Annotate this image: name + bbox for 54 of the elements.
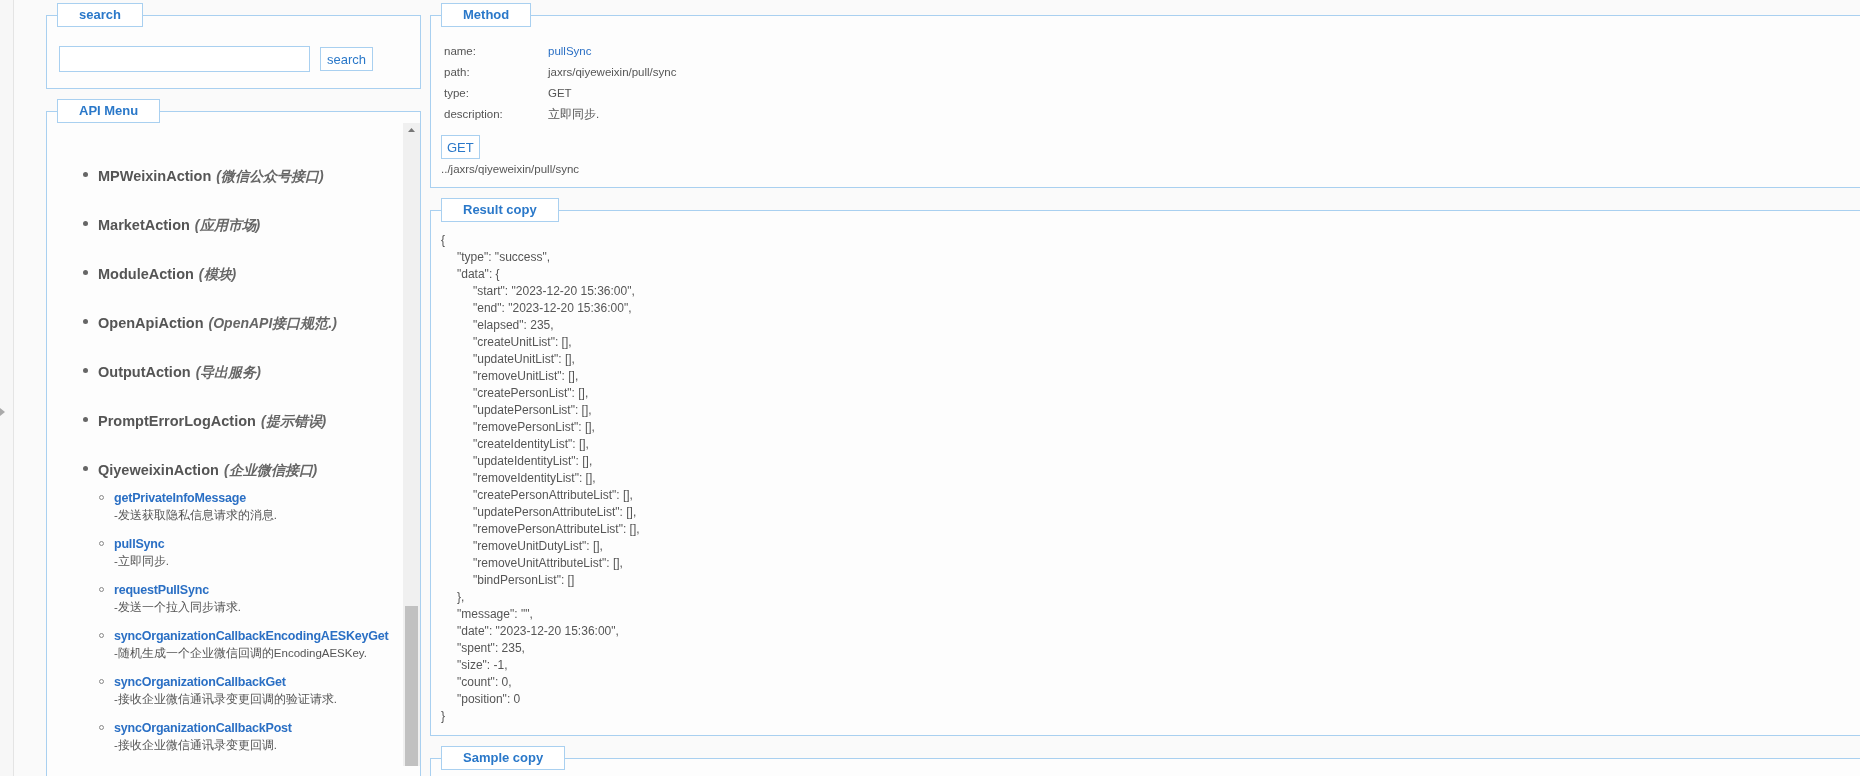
bullet-icon xyxy=(83,270,88,275)
field-label: name: xyxy=(444,44,477,59)
method-link[interactable]: syncOrganizationCallbackPost xyxy=(114,719,292,737)
bullet-icon xyxy=(83,221,88,226)
field-value: jaxrs/qiyeweixin/pull/sync xyxy=(548,65,678,80)
panel-title: Sample copy xyxy=(441,746,566,770)
bullet-icon xyxy=(83,319,88,324)
action-description: (应用市场) xyxy=(194,217,261,235)
action-description: (提示错误) xyxy=(260,413,327,431)
panel-title: Result copy xyxy=(441,198,559,222)
method-description: -随机生成一个企业微信回调的EncodingAESKey. xyxy=(114,646,368,661)
scrollbar[interactable] xyxy=(403,123,420,766)
action-description: (OpenAPI接口规范.) xyxy=(208,315,337,333)
field-label: description: xyxy=(444,107,504,122)
method-description: -接收企业微信通讯录变更回调的验证请求. xyxy=(114,692,338,707)
result-json: { "type": "success", "data": { "start": "2023-12-20 15:36:00", "end": "2023-12-20 15:36:00", "elapsed": 235, "createUnitList": [], "updateUnitList": [], "removeUnitList": [], "createPersonList": [], "updatePersonList": [], "removePersonList": [], "createIdentityList": [], "updateIdentityList": [], "removeIdentityList": [], "createPersonAttributeList": [], "updatePersonAttributeList": [], "removePersonAttributeList": [], "removeUnitDutyList": [], "removeUnitAttributeList": [], "bindPersonList": [] }, "message": "", "date": "2023-12-20 15:36:00", "spent": 235, "size": -1, "count": 0, "position": 0 } xyxy=(441,232,641,725)
action-description: (模块) xyxy=(198,266,237,284)
action-name[interactable]: QiyeweixinAction xyxy=(98,462,219,478)
search-field[interactable] xyxy=(59,46,310,72)
field-value: GET xyxy=(548,86,573,101)
scroll-thumb[interactable] xyxy=(405,606,418,766)
bullet-icon xyxy=(83,466,88,471)
method-description: -立即同步. xyxy=(114,554,170,569)
field-value[interactable]: pullSync xyxy=(548,42,1860,60)
method-description: -发送一个拉入同步请求. xyxy=(114,600,242,615)
search-button[interactable]: search xyxy=(320,47,374,71)
panel-title: API Menu xyxy=(57,99,161,123)
action-name[interactable]: OpenApiAction xyxy=(98,315,204,331)
field-value: 立即同步. xyxy=(548,107,601,122)
expand-arrow-icon[interactable] xyxy=(0,408,5,416)
method-description: -接收企业微信通讯录变更回调. xyxy=(114,738,279,753)
method-link[interactable]: syncOrganizationCallbackGet xyxy=(114,673,338,691)
request-url: ../jaxrs/qiyeweixin/pull/sync xyxy=(440,163,580,177)
action-description: (企业微信接口) xyxy=(223,462,318,480)
action-name[interactable]: MarketAction xyxy=(98,217,190,233)
bullet-icon xyxy=(83,368,88,373)
bullet-icon xyxy=(83,417,88,422)
action-name[interactable]: OutputAction xyxy=(98,364,191,380)
field-label: type: xyxy=(444,86,470,101)
method-link[interactable]: requestPullSync xyxy=(114,581,242,599)
method-link[interactable]: syncOrganizationCallbackEncodingAESKeyGet xyxy=(114,627,389,645)
method-description: -发送获取隐私信息请求的消息. xyxy=(114,508,278,523)
action-description: (微信公众号接口) xyxy=(216,168,324,186)
method-link[interactable]: getPrivateInfoMessage xyxy=(114,489,278,507)
action-name[interactable]: PromptErrorLogAction xyxy=(98,413,256,429)
panel-title: search xyxy=(57,3,143,27)
panel-title: Method xyxy=(441,3,532,27)
field-label: path: xyxy=(444,65,471,80)
method-link[interactable]: pullSync xyxy=(114,535,170,553)
action-name[interactable]: MPWeixinAction xyxy=(98,168,212,184)
action-description: (导出服务) xyxy=(195,364,261,382)
action-name[interactable]: ModuleAction xyxy=(98,266,194,282)
bullet-icon xyxy=(83,172,88,177)
get-button[interactable]: GET xyxy=(441,135,480,159)
